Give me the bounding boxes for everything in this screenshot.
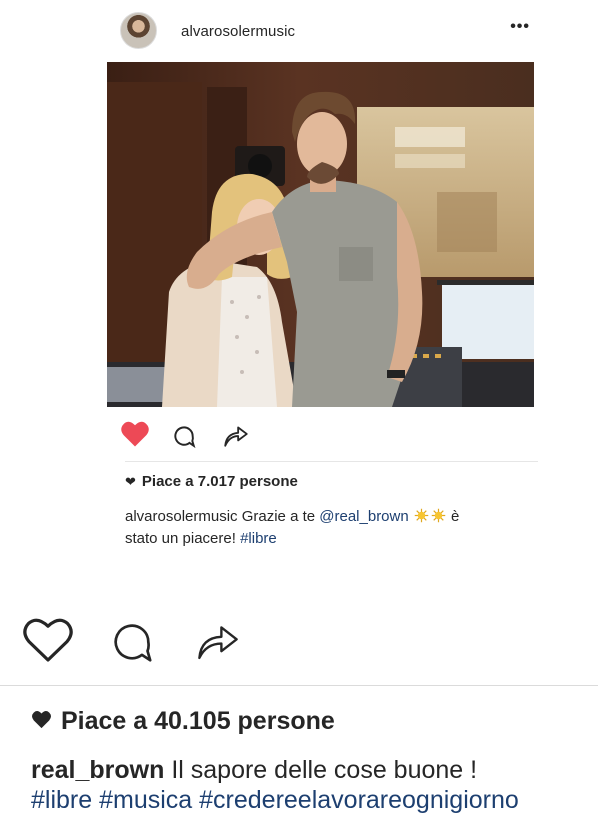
caption-text-line2: stato un piacere! <box>125 530 236 547</box>
sun-icon <box>430 508 447 525</box>
post-photo[interactable] <box>107 62 534 407</box>
embedded-username[interactable]: alvarosolermusic <box>181 23 295 40</box>
caption: real_brown Il sapore delle cose buone ! … <box>31 755 598 815</box>
embedded-likes-count[interactable]: ❤ Piace a 7.017 persone <box>125 473 298 490</box>
caption-username[interactable]: alvarosolermusic <box>125 508 238 525</box>
likes-text: Piace a 40.105 persone <box>61 707 335 735</box>
caption-text: Grazie a te <box>241 508 316 525</box>
caption-hashtag[interactable]: #libre <box>240 530 277 547</box>
action-bar <box>22 617 262 667</box>
avatar[interactable] <box>120 12 157 49</box>
caption-text-after: è <box>451 508 460 525</box>
heart-icon[interactable] <box>22 617 74 668</box>
heart-icon <box>32 711 51 729</box>
more-icon[interactable]: ••• <box>510 18 530 36</box>
comment-icon[interactable] <box>171 423 197 454</box>
heart-icon: ❤ <box>125 474 136 489</box>
caption-mention[interactable]: @real_brown <box>319 508 408 525</box>
caption-hashtags[interactable]: #libre #musica #credereelavorareognigior… <box>31 785 598 815</box>
embedded-post-header: alvarosolermusic ••• <box>120 12 530 50</box>
divider <box>0 685 598 686</box>
caption-username[interactable]: real_brown <box>31 756 164 784</box>
embedded-action-bar <box>120 420 520 450</box>
sun-icon <box>413 508 430 525</box>
share-icon[interactable] <box>196 619 240 668</box>
embedded-caption: alvarosolermusic Grazie a te @real_brown… <box>125 506 525 550</box>
embedded-likes-text: Piace a 7.017 persone <box>141 473 298 490</box>
heart-icon[interactable] <box>120 420 150 453</box>
divider <box>125 461 538 462</box>
share-icon[interactable] <box>222 422 250 453</box>
comment-icon[interactable] <box>109 619 155 670</box>
caption-text: Il sapore delle cose buone ! <box>171 756 478 784</box>
likes-count[interactable]: Piace a 40.105 persone <box>31 707 335 736</box>
